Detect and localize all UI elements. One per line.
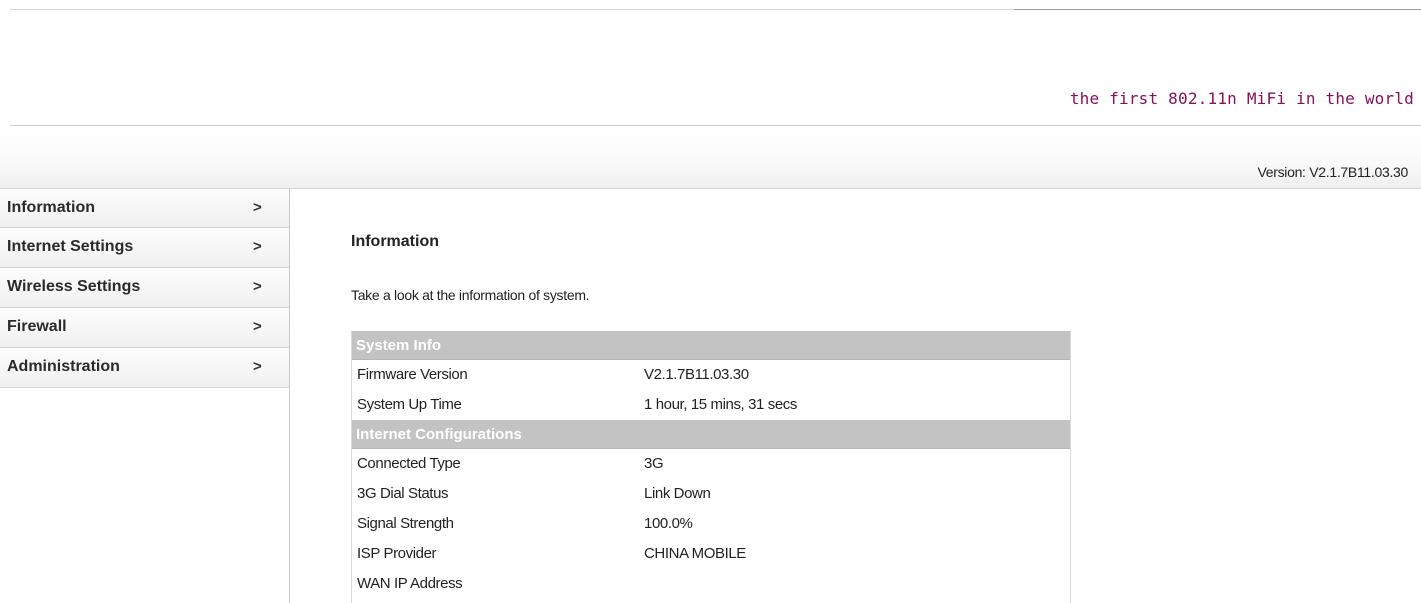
sidebar-item-label: Wireless Settings	[7, 278, 141, 295]
row-label: Firmware Version	[357, 366, 468, 383]
sidebar-item-label: Administration	[7, 358, 120, 375]
row-value: CHINA MOBILE	[644, 545, 746, 562]
sidebar-item-label: Firewall	[7, 318, 67, 335]
row-label: 3G Dial Status	[357, 485, 449, 502]
table-row: Signal Strength 100.0%	[352, 509, 1070, 539]
sidebar-item-administration[interactable]: Administration >	[0, 348, 289, 388]
section-title: Internet Configurations	[356, 426, 522, 443]
table-row: 3G Dial Status Link Down	[352, 479, 1070, 509]
chevron-right-icon: >	[253, 238, 262, 255]
header-tagline: the first 802.11n MiFi in the world	[1069, 89, 1414, 108]
sidebar-item-internet-settings[interactable]: Internet Settings >	[0, 228, 289, 268]
section-header-system-info: System Info	[352, 331, 1070, 360]
sidebar-item-label: Information	[7, 199, 95, 216]
sidebar-item-information[interactable]: Information >	[0, 189, 289, 228]
table-row: WAN IP Address	[352, 569, 1070, 599]
row-value: 3G	[644, 455, 664, 472]
page-description: Take a look at the information of system…	[351, 287, 590, 303]
version-bar: Version: V2.1.7B11.03.30	[0, 126, 1421, 189]
row-label: Signal Strength	[357, 515, 454, 532]
sidebar-item-wireless-settings[interactable]: Wireless Settings >	[0, 268, 289, 308]
chevron-right-icon: >	[253, 358, 262, 375]
chevron-right-icon: >	[253, 318, 262, 335]
row-value: 100.0%	[644, 515, 693, 532]
table-row: Connected Type 3G	[352, 449, 1070, 479]
chevron-right-icon: >	[253, 199, 262, 216]
sidebar-item-firewall[interactable]: Firewall >	[0, 308, 289, 348]
row-label: Connected Type	[357, 455, 461, 472]
top-divider-accent	[1014, 9, 1421, 10]
table-row: System Up Time 1 hour, 15 mins, 31 secs	[352, 390, 1070, 420]
row-value: V2.1.7B11.03.30	[644, 366, 749, 383]
section-header-internet-configurations: Internet Configurations	[352, 420, 1070, 449]
system-info-table: System Info Firmware Version V2.1.7B11.0…	[351, 331, 1071, 603]
row-value: 1 hour, 15 mins, 31 secs	[644, 396, 797, 413]
section-title: System Info	[356, 337, 442, 354]
row-label: ISP Provider	[357, 545, 437, 562]
row-label: WAN IP Address	[357, 575, 463, 592]
chevron-right-icon: >	[253, 278, 262, 295]
sidebar-item-label: Internet Settings	[7, 238, 134, 255]
row-label: System Up Time	[357, 396, 462, 413]
page-title: Information	[351, 233, 439, 250]
firmware-version-label: Version: V2.1.7B11.03.30	[1257, 164, 1408, 180]
table-row: ISP Provider CHINA MOBILE	[352, 539, 1070, 569]
row-value: Link Down	[644, 485, 711, 502]
table-row: Firmware Version V2.1.7B11.03.30	[352, 360, 1070, 390]
sidebar-nav: Information > Internet Settings > Wirele…	[0, 189, 290, 603]
